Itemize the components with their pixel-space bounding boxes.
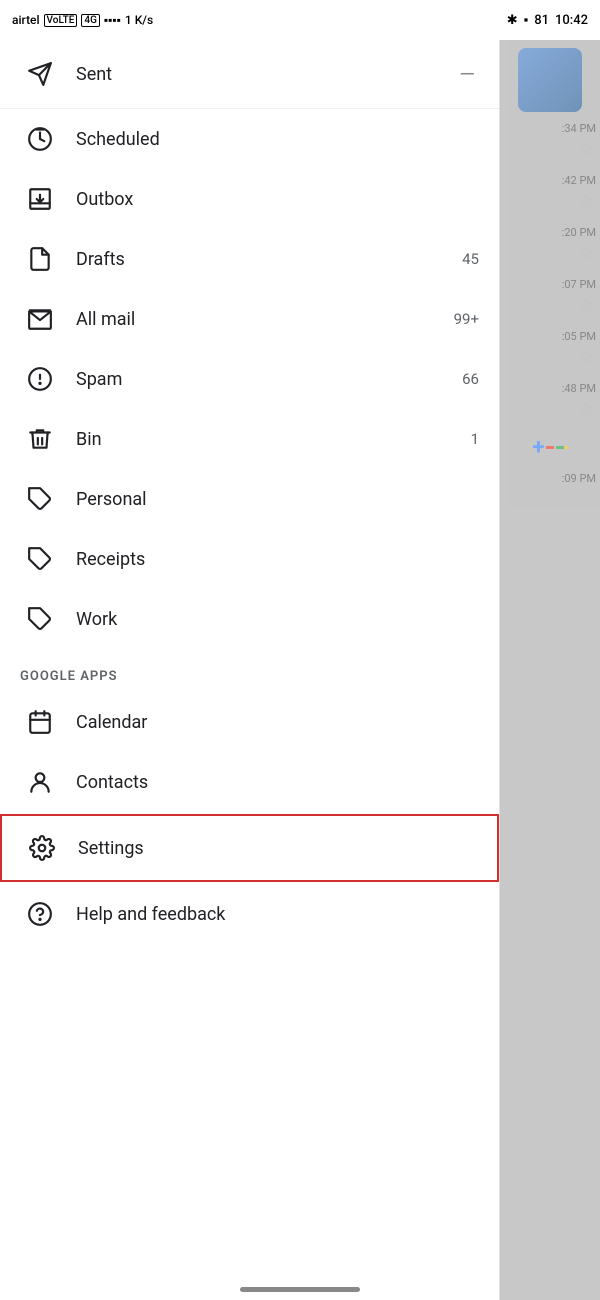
settings-label: Settings bbox=[78, 838, 477, 859]
network-gen: 4G bbox=[81, 14, 100, 27]
bin-icon bbox=[20, 419, 60, 459]
google-apps-header: GOOGLE APPS bbox=[0, 649, 499, 692]
sidebar-item-allmail[interactable]: All mail 99+ bbox=[0, 289, 499, 349]
time-display: 10:42 bbox=[555, 13, 588, 28]
sent-label: Sent bbox=[76, 64, 459, 85]
signal-bars: ▪▪▪▪ bbox=[104, 13, 121, 27]
home-indicator bbox=[240, 1287, 360, 1292]
contacts-icon bbox=[20, 762, 60, 802]
network-type: VoLTE bbox=[44, 14, 78, 27]
sidebar-item-contacts[interactable]: Contacts bbox=[0, 752, 499, 812]
sidebar-item-personal[interactable]: Personal bbox=[0, 469, 499, 529]
help-icon bbox=[20, 894, 60, 934]
scheduled-label: Scheduled bbox=[76, 129, 479, 150]
work-label: Work bbox=[76, 609, 479, 630]
sidebar-item-spam[interactable]: Spam 66 bbox=[0, 349, 499, 409]
sidebar-item-drafts[interactable]: Drafts 45 bbox=[0, 229, 499, 289]
sent-item[interactable]: Sent — bbox=[0, 40, 499, 109]
allmail-icon bbox=[20, 299, 60, 339]
calendar-label: Calendar bbox=[76, 712, 479, 733]
status-right: ✱ ▪ 81 10:42 bbox=[507, 12, 588, 28]
email-time-6: :48 PM bbox=[500, 376, 600, 397]
sidebar-item-bin[interactable]: Bin 1 bbox=[0, 409, 499, 469]
drafts-icon bbox=[20, 239, 60, 279]
email-time-2: :42 PM bbox=[500, 168, 600, 189]
outbox-label: Outbox bbox=[76, 189, 479, 210]
sidebar-item-calendar[interactable]: Calendar bbox=[0, 692, 499, 752]
bin-label: Bin bbox=[76, 429, 471, 450]
sidebar-item-outbox[interactable]: Outbox bbox=[0, 169, 499, 229]
status-bar: airtel VoLTE 4G ▪▪▪▪ 1 K/s ✱ ▪ 81 10:42 bbox=[0, 0, 600, 40]
profile-avatar bbox=[518, 48, 582, 112]
navigation-drawer: Sent — Scheduled bbox=[0, 40, 500, 1300]
email-time-1: :34 PM bbox=[500, 116, 600, 137]
spam-icon bbox=[20, 359, 60, 399]
outbox-icon bbox=[20, 179, 60, 219]
sidebar-item-settings[interactable]: Settings bbox=[0, 814, 499, 882]
bluetooth-icon: ✱ bbox=[507, 13, 518, 28]
battery-level: 81 bbox=[534, 13, 549, 28]
help-label: Help and feedback bbox=[76, 904, 479, 925]
drafts-badge: 45 bbox=[462, 250, 479, 268]
sidebar-item-scheduled[interactable]: Scheduled bbox=[0, 109, 499, 169]
carrier-label: airtel bbox=[12, 13, 40, 27]
sent-icon bbox=[20, 54, 60, 94]
battery-icon: ▪ bbox=[524, 12, 529, 28]
star-6: ☆ bbox=[500, 397, 600, 428]
sidebar-item-receipts[interactable]: Receipts bbox=[0, 529, 499, 589]
star-1: ☆ bbox=[500, 137, 600, 168]
star-5: ☆ bbox=[500, 345, 600, 376]
email-list-behind: :34 PM ☆ :42 PM ☆ :20 PM ☆ :07 PM ☆ :05 … bbox=[500, 40, 600, 1300]
data-speed: 1 K/s bbox=[125, 13, 153, 27]
bin-badge: 1 bbox=[471, 430, 479, 448]
status-left: airtel VoLTE 4G ▪▪▪▪ 1 K/s bbox=[12, 13, 153, 27]
personal-label-icon bbox=[20, 479, 60, 519]
calendar-icon bbox=[20, 702, 60, 742]
contacts-label: Contacts bbox=[76, 772, 479, 793]
settings-icon bbox=[22, 828, 62, 868]
star-2: ☆ bbox=[500, 189, 600, 220]
sidebar-item-work[interactable]: Work bbox=[0, 589, 499, 649]
compose-fab: + bbox=[525, 432, 575, 462]
email-time-7: :09 PM bbox=[500, 466, 600, 487]
main-layout: Sent — Scheduled bbox=[0, 40, 600, 1300]
allmail-label: All mail bbox=[76, 309, 454, 330]
scheduled-icon bbox=[20, 119, 60, 159]
receipts-label-icon bbox=[20, 539, 60, 579]
email-time-5: :05 PM bbox=[500, 324, 600, 345]
star-4: ☆ bbox=[500, 293, 600, 324]
personal-label: Personal bbox=[76, 489, 479, 510]
work-label-icon bbox=[20, 599, 60, 639]
email-time-3: :20 PM bbox=[500, 220, 600, 241]
sidebar-item-help[interactable]: Help and feedback bbox=[0, 884, 499, 944]
allmail-badge: 99+ bbox=[454, 310, 479, 328]
drafts-label: Drafts bbox=[76, 249, 462, 270]
spam-label: Spam bbox=[76, 369, 462, 390]
receipts-label: Receipts bbox=[76, 549, 479, 570]
spam-badge: 66 bbox=[462, 370, 479, 388]
star-3: ☆ bbox=[500, 241, 600, 272]
email-time-4: :07 PM bbox=[500, 272, 600, 293]
